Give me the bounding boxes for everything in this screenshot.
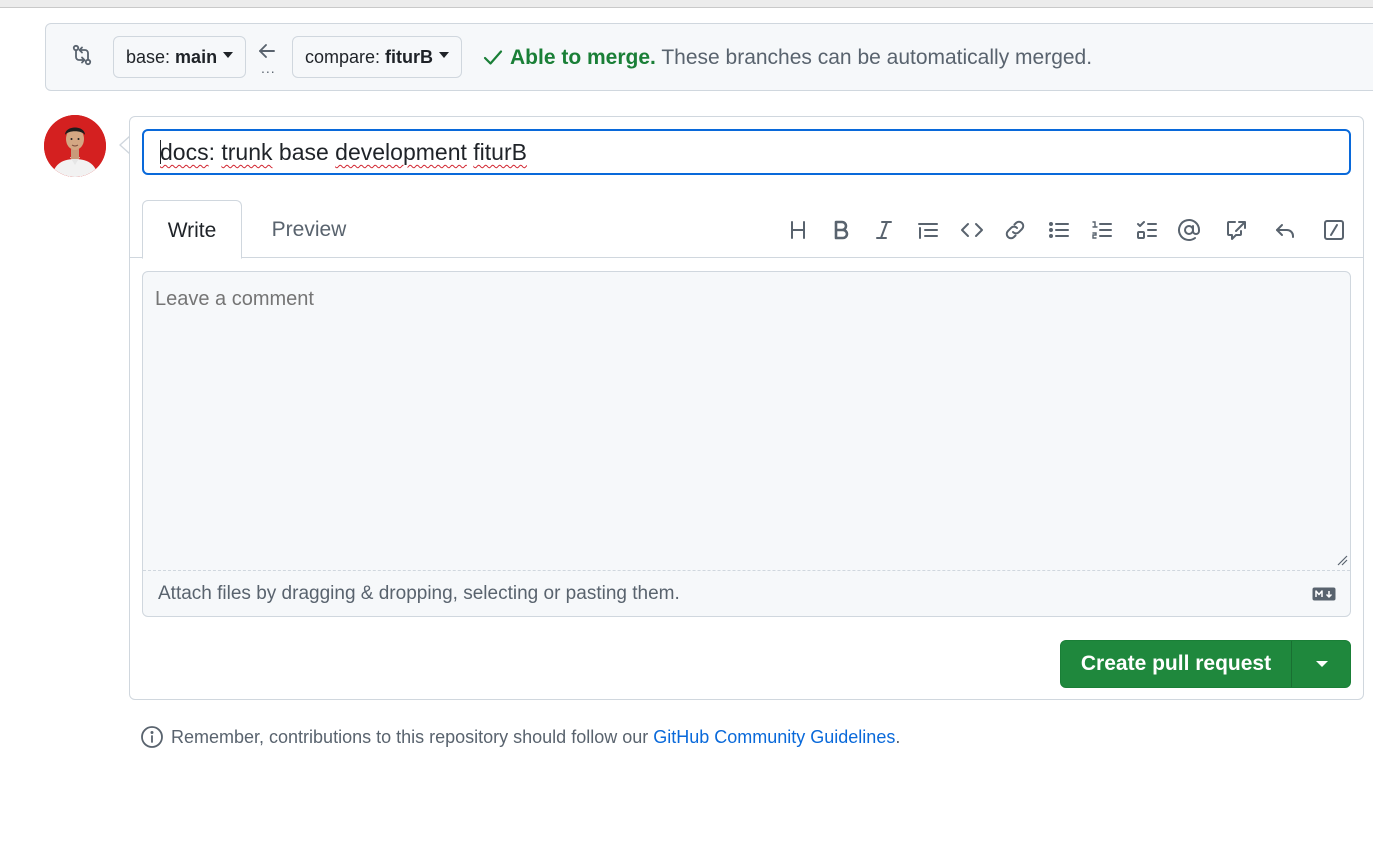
base-branch-name: main	[175, 47, 218, 67]
create-pull-request-group: Create pull request	[1060, 640, 1351, 688]
italic-icon[interactable]	[870, 216, 898, 244]
merge-message: These branches can be automatically merg…	[655, 46, 1093, 69]
title-word: trunk	[221, 139, 273, 165]
mention-icon[interactable]	[1175, 216, 1203, 244]
merge-ok-text: Able to merge.	[510, 46, 656, 69]
compare-branch-select[interactable]: compare: fiturB	[292, 36, 463, 78]
tab-write[interactable]: Write	[142, 200, 242, 259]
resize-handle-icon[interactable]	[1336, 554, 1348, 566]
chevron-down-icon	[439, 52, 450, 59]
base-branch-select[interactable]: base: main	[113, 36, 247, 78]
editor-tabs: Write Preview	[130, 200, 1363, 259]
bold-icon[interactable]	[827, 216, 855, 244]
title-word: fiturB	[473, 139, 527, 165]
chevron-down-icon	[223, 52, 234, 59]
avatar[interactable]	[44, 115, 106, 177]
community-guidelines-link[interactable]: GitHub Community Guidelines	[653, 727, 895, 747]
title-word: development	[335, 139, 467, 165]
git-compare-icon	[72, 44, 92, 66]
merge-status: Able to merge. These branches can be aut…	[482, 43, 1092, 73]
title-word: docs	[160, 139, 209, 165]
link-icon[interactable]	[1001, 216, 1029, 244]
cross-reference-icon[interactable]	[1223, 216, 1251, 244]
community-guidelines-note: Remember, contributions to this reposito…	[140, 724, 900, 750]
title-text: base	[272, 139, 336, 165]
compare-branch-name: fiturB	[385, 47, 434, 67]
compare-range-bar: base: main ... compare: fiturB Able to m…	[45, 23, 1373, 91]
markdown-icon[interactable]	[1312, 587, 1336, 601]
ordered-list-icon[interactable]	[1088, 216, 1116, 244]
quote-icon[interactable]	[914, 216, 942, 244]
title-text: :	[208, 139, 222, 165]
compare-branch-prefix: compare:	[305, 47, 386, 67]
tab-preview[interactable]: Preview	[258, 200, 360, 259]
swap-dots: ...	[261, 60, 276, 76]
user-photo	[44, 115, 106, 177]
reply-icon[interactable]	[1271, 216, 1299, 244]
create-pull-request-button[interactable]: Create pull request	[1061, 641, 1291, 687]
attach-files-bar[interactable]: Attach files by dragging & dropping, sel…	[143, 570, 1350, 616]
chevron-down-icon	[1315, 661, 1328, 667]
check-icon	[483, 50, 503, 65]
guidelines-prefix: Remember, contributions to this reposito…	[171, 727, 654, 747]
unordered-list-icon[interactable]	[1045, 216, 1073, 244]
comment-box: Attach files by dragging & dropping, sel…	[142, 271, 1351, 617]
pull-request-form: docs: trunk base development fiturB Writ…	[129, 116, 1364, 700]
browser-top-strip	[0, 0, 1373, 8]
title-input[interactable]: docs: trunk base development fiturB	[142, 129, 1351, 175]
create-options-dropdown[interactable]	[1292, 641, 1351, 687]
slash-command-icon[interactable]	[1320, 216, 1348, 244]
attach-hint: Attach files by dragging & dropping, sel…	[158, 583, 680, 604]
code-icon[interactable]	[958, 216, 986, 244]
arrow-left-icon	[259, 44, 275, 58]
base-branch-prefix: base:	[126, 47, 176, 67]
comment-textarea[interactable]	[143, 272, 1350, 570]
info-icon	[141, 726, 163, 748]
task-list-icon[interactable]	[1133, 216, 1161, 244]
heading-icon[interactable]	[784, 216, 812, 244]
guidelines-suffix: .	[895, 727, 901, 747]
